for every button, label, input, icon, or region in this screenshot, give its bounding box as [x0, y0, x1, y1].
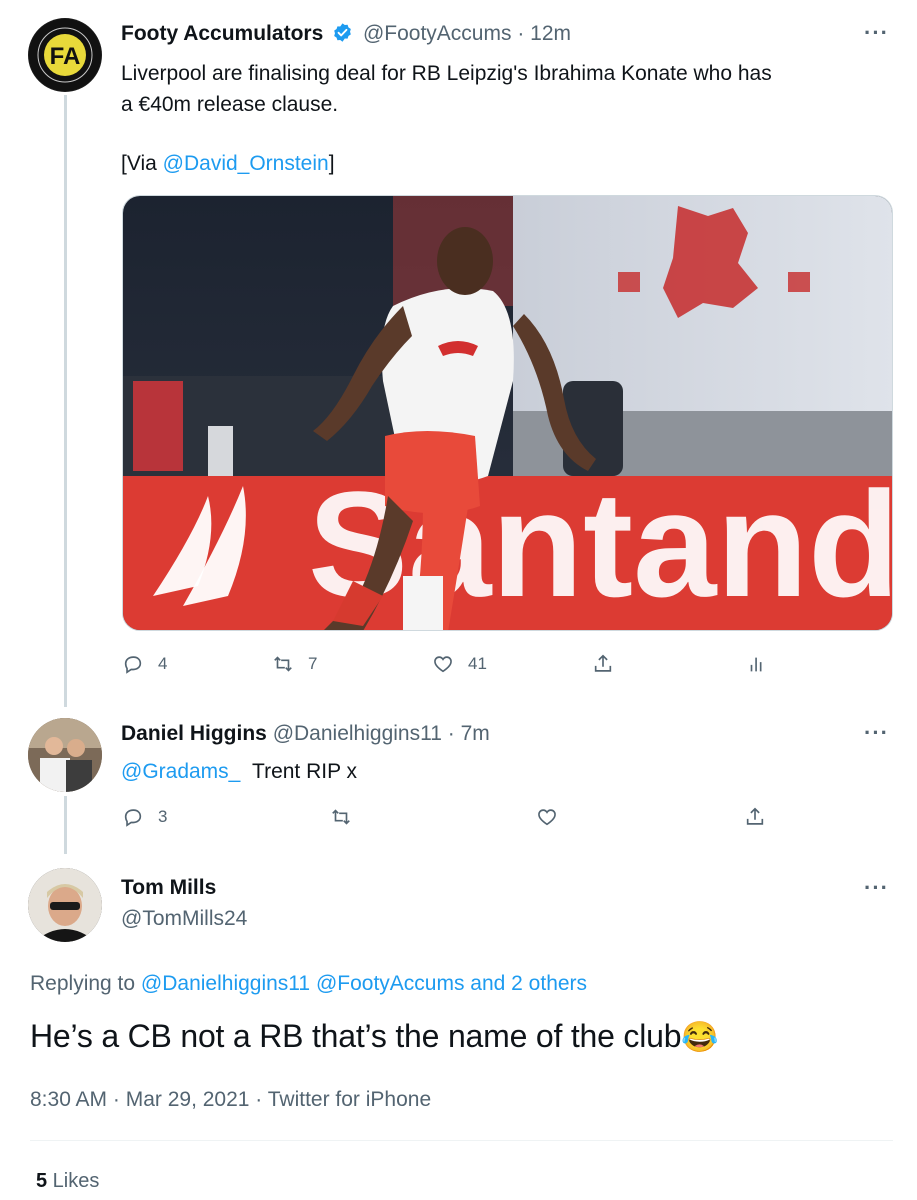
- daniel-higgins-photo: [28, 718, 102, 792]
- thread-line-2: [64, 796, 67, 854]
- tom-mills-photo: [28, 868, 102, 942]
- replying-prefix: Replying to: [30, 972, 141, 995]
- tweet2-body: Trent RIP x: [252, 760, 358, 783]
- share-button[interactable]: [744, 806, 766, 828]
- tweet1-time[interactable]: 12m: [530, 22, 571, 45]
- via-prefix: [Via: [121, 152, 163, 175]
- tweet3-body: He’s a CB not a RB that’s the name of th…: [30, 1018, 682, 1054]
- like-button[interactable]: [536, 806, 558, 828]
- reply-icon: [124, 809, 142, 827]
- tweet2-mention-link[interactable]: @Gradams_: [121, 760, 240, 783]
- thread-line-1: [64, 95, 67, 707]
- retweet-button[interactable]: [330, 806, 352, 828]
- likes-count: 5: [36, 1170, 48, 1192]
- via-mention-link[interactable]: @David_Ornstein: [163, 152, 329, 175]
- tweet3-display-name[interactable]: Tom Mills: [121, 876, 216, 899]
- tweet2-text: @Gradams_ Trent RIP x: [121, 756, 357, 787]
- retweet-icon: [274, 656, 292, 672]
- tweet1-text-line2: a €40m release clause.: [121, 93, 339, 116]
- like-button[interactable]: 41: [432, 653, 487, 675]
- avatar-daniel-higgins[interactable]: [28, 718, 102, 792]
- share-icon: [594, 654, 612, 672]
- reply-count: 3: [158, 807, 168, 826]
- tweet2-header: Daniel Higgins @Danielhiggins11 · 7m: [121, 722, 490, 746]
- tweet1-separator: ·: [517, 22, 525, 45]
- divider: [30, 1140, 893, 1141]
- tweet1-text-line1: Liverpool are finalising deal for RB Lei…: [121, 62, 772, 85]
- heart-icon: [434, 656, 452, 673]
- analytics-button[interactable]: [746, 653, 768, 675]
- reply-count: 4: [158, 654, 168, 673]
- tweet3-handle[interactable]: @TomMills24: [121, 907, 247, 930]
- reply-button[interactable]: 3: [122, 806, 167, 828]
- svg-text:FA: FA: [50, 43, 81, 70]
- replying-to: Replying to @Danielhiggins11 @FootyAccum…: [30, 968, 587, 999]
- retweet-count: 7: [308, 654, 318, 673]
- tweet1-via: [Via @David_Ornstein]: [121, 148, 335, 179]
- like-count: 41: [468, 654, 487, 673]
- tweet1-header: Footy Accumulators @FootyAccums · 12m: [121, 22, 571, 46]
- laughing-emoji-icon: 😂: [681, 1021, 719, 1054]
- avatar-footy-accumulators[interactable]: FA: [28, 18, 102, 92]
- tweet1-display-name[interactable]: Footy Accumulators: [121, 22, 323, 45]
- tweet3-timestamp[interactable]: 8:30 AM · Mar 29, 2021 · Twitter for iPh…: [30, 1088, 431, 1112]
- tweet3-text: He’s a CB not a RB that’s the name of th…: [30, 1018, 719, 1055]
- tweet2-time[interactable]: 7m: [461, 722, 490, 745]
- more-icon[interactable]: ···: [864, 877, 889, 899]
- retweet-button[interactable]: 7: [272, 653, 317, 675]
- replying-mentions-link[interactable]: @Danielhiggins11 @FootyAccums and 2 othe…: [141, 972, 587, 995]
- player-photo: Santand: [123, 196, 892, 630]
- footy-accumulators-logo: FA: [29, 19, 101, 91]
- tweet1-handle[interactable]: @FootyAccums: [363, 22, 512, 45]
- verified-badge-icon: [334, 23, 351, 42]
- tweet2-display-name[interactable]: Daniel Higgins: [121, 722, 267, 745]
- tweet1-media-image[interactable]: Santand: [122, 195, 893, 631]
- more-icon[interactable]: ···: [864, 722, 889, 744]
- share-icon: [746, 807, 764, 825]
- via-suffix: ]: [328, 152, 335, 175]
- retweet-icon: [332, 809, 350, 825]
- tweet2-separator: ·: [447, 722, 455, 745]
- tweet3-name: Tom Mills: [121, 876, 216, 900]
- avatar-tom-mills[interactable]: [28, 868, 102, 942]
- tweet1-text: Liverpool are finalising deal for RB Lei…: [121, 58, 772, 120]
- likes-label: Likes: [47, 1170, 100, 1192]
- heart-icon: [538, 809, 556, 826]
- analytics-icon: [750, 657, 762, 672]
- reply-icon: [124, 656, 142, 674]
- likes-summary[interactable]: 5 Likes: [36, 1170, 99, 1193]
- more-icon[interactable]: ···: [864, 22, 889, 44]
- tweet2-handle[interactable]: @Danielhiggins11: [273, 722, 442, 745]
- tweet3-handle-row: @TomMills24: [121, 907, 247, 931]
- reply-button[interactable]: 4: [122, 653, 167, 675]
- share-button[interactable]: [592, 653, 614, 675]
